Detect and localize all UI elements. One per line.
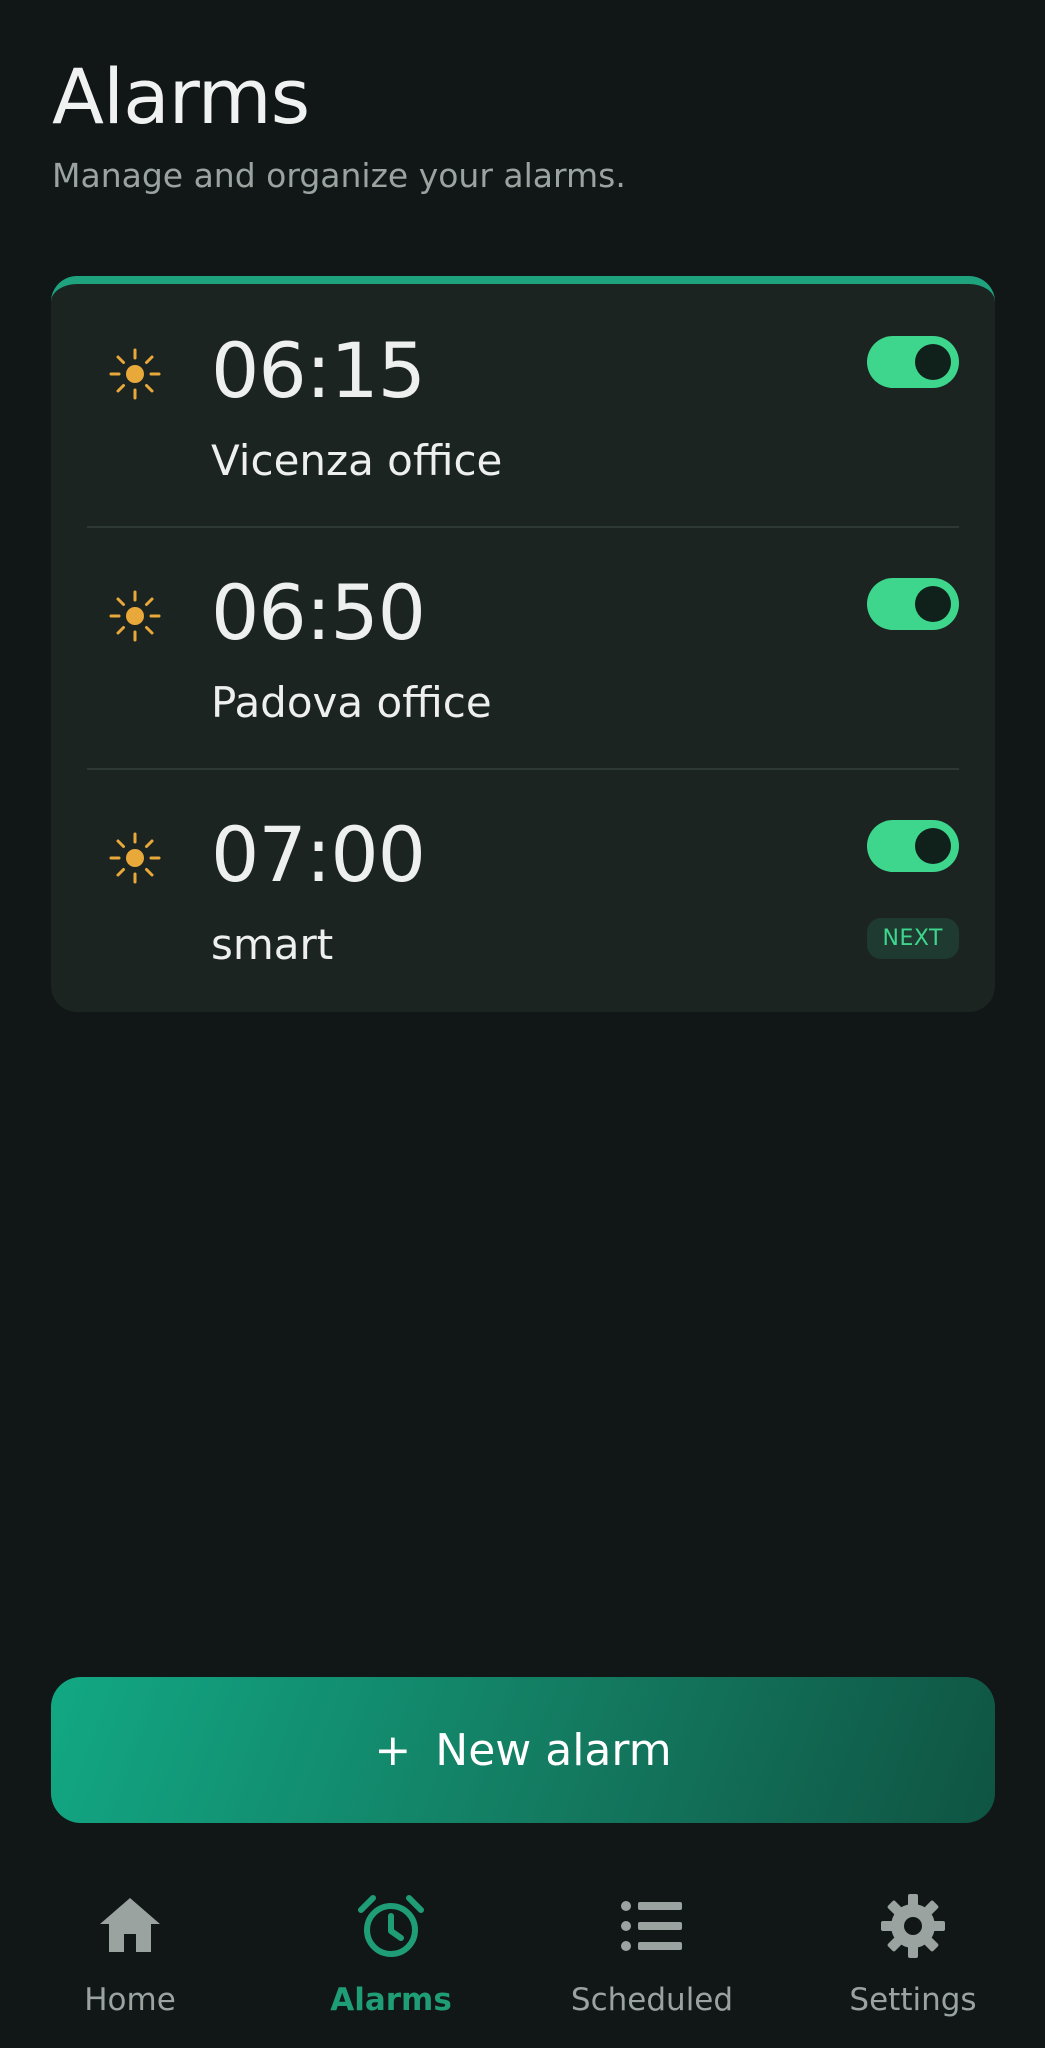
alarm-label: Vicenza office — [211, 436, 503, 485]
sun-icon — [109, 348, 161, 400]
nav-label: Settings — [849, 1982, 977, 2018]
alarm-row[interactable]: 06:15 Vicenza office — [51, 284, 995, 526]
new-alarm-button[interactable]: + New alarm — [51, 1677, 995, 1823]
toggle-knob — [915, 344, 951, 380]
sun-icon — [109, 590, 161, 642]
toggle-knob — [915, 586, 951, 622]
alarm-label: smart — [211, 920, 334, 969]
alarm-time: 07:00 — [211, 810, 426, 899]
nav-item-alarms[interactable]: Alarms — [291, 1860, 491, 2018]
alarm-time: 06:15 — [211, 326, 426, 415]
alarm-time: 06:50 — [211, 568, 426, 657]
alarm-toggle[interactable] — [867, 820, 959, 872]
gear-icon — [881, 1894, 945, 1958]
nav-item-scheduled[interactable]: Scheduled — [552, 1860, 752, 2018]
alarm-label: Padova office — [211, 678, 492, 727]
home-icon — [100, 1898, 160, 1952]
list-icon — [621, 1901, 682, 1951]
nav-item-home[interactable]: Home — [30, 1860, 230, 2018]
alarm-clock-icon — [358, 1895, 424, 1957]
bottom-navigation: Home Alarms Scheduled Settings — [0, 1860, 1045, 2048]
page-title: Alarms — [52, 52, 310, 141]
alarms-screen: Alarms Manage and organize your alarms. … — [0, 0, 1045, 2048]
nav-item-settings[interactable]: Settings — [813, 1860, 1013, 2018]
nav-label: Scheduled — [570, 1982, 734, 2018]
nav-label: Home — [84, 1982, 176, 2018]
alarm-list: 06:15 Vicenza office 06:50 Padova office — [51, 276, 995, 1012]
new-alarm-label: New alarm — [435, 1724, 672, 1776]
alarm-toggle[interactable] — [867, 336, 959, 388]
toggle-knob — [915, 828, 951, 864]
alarm-toggle[interactable] — [867, 578, 959, 630]
alarm-row[interactable]: 07:00 smart NEXT — [51, 768, 995, 1010]
page-subtitle: Manage and organize your alarms. — [52, 156, 626, 195]
plus-icon: + — [374, 1724, 412, 1776]
sun-icon — [109, 832, 161, 884]
nav-label: Alarms — [330, 1982, 452, 2018]
next-alarm-badge: NEXT — [866, 918, 959, 959]
alarm-row[interactable]: 06:50 Padova office — [51, 526, 995, 768]
